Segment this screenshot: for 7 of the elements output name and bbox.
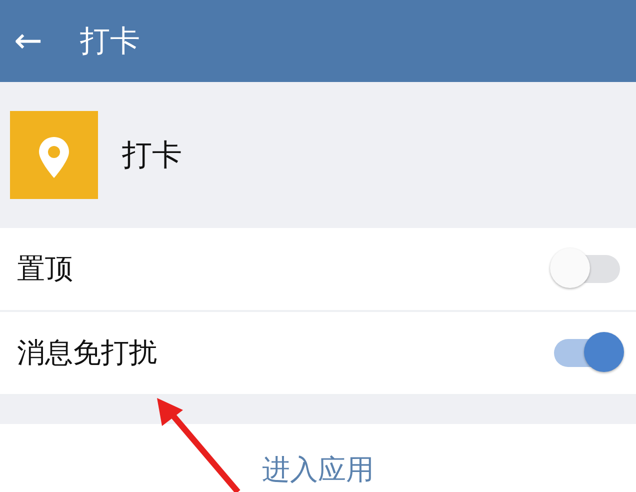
setting-label: 消息免打扰: [17, 335, 157, 371]
page-title: 打卡: [80, 22, 140, 60]
app-name: 打卡: [122, 136, 182, 174]
location-pin-icon: [10, 111, 98, 199]
setting-label: 置顶: [17, 251, 73, 287]
enter-app-button[interactable]: 进入应用: [0, 424, 636, 492]
back-button[interactable]: ←: [0, 24, 70, 58]
